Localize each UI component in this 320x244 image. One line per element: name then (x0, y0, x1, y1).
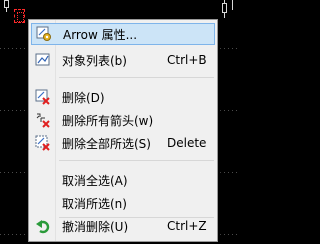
menu-item-label: 删除(D) (62, 90, 105, 105)
menu-item-label: 删除全部所选(S) (62, 136, 151, 151)
arrow-object-marker[interactable] (14, 9, 25, 23)
menu-item-arrow-properties[interactable]: Arrow 属性... (31, 23, 215, 45)
menu-item-label: 取消全选(A) (62, 173, 128, 188)
delete-selected-icon (31, 132, 55, 154)
menu-item-shortcut: Delete (167, 136, 207, 150)
menu-item-label: 撤消删除(U) (62, 219, 129, 234)
menu-item-label: 删除所有箭头(w) (62, 113, 154, 128)
candle-body (4, 0, 9, 8)
menu-item-label: 取消所选(n) (62, 196, 127, 211)
menu-item-delete-all-arrows[interactable]: 删除所有箭头(w) (31, 109, 215, 131)
menu-item-deselect[interactable]: 取消所选(n) (31, 192, 215, 214)
menu-separator (59, 77, 214, 78)
candle-wick (232, 0, 233, 10)
context-menu: Arrow 属性... 对象列表(b) Ctrl+B 删除(D) 删除所有箭头(… (28, 19, 218, 242)
menu-item-shortcut: Ctrl+Z (167, 219, 207, 233)
menu-separator (59, 160, 214, 161)
delete-all-arrows-icon (31, 109, 55, 131)
menu-item-delete-selected[interactable]: 删除全部所选(S) Delete (31, 132, 215, 154)
menu-item-delete[interactable]: 删除(D) (31, 86, 215, 108)
undo-icon (31, 215, 55, 237)
menu-item-label: 对象列表(b) (62, 53, 127, 68)
candle-body (222, 3, 227, 13)
menu-item-undo-delete[interactable]: 撤消删除(U) Ctrl+Z (31, 215, 215, 237)
menu-item-label: Arrow 属性... (63, 27, 138, 42)
menu-item-object-list[interactable]: 对象列表(b) Ctrl+B (31, 49, 215, 71)
menu-item-shortcut: Ctrl+B (167, 53, 207, 67)
object-list-icon (31, 49, 55, 71)
menu-item-deselect-all[interactable]: 取消全选(A) (31, 169, 215, 191)
delete-icon (31, 86, 55, 108)
properties-icon (32, 23, 56, 45)
